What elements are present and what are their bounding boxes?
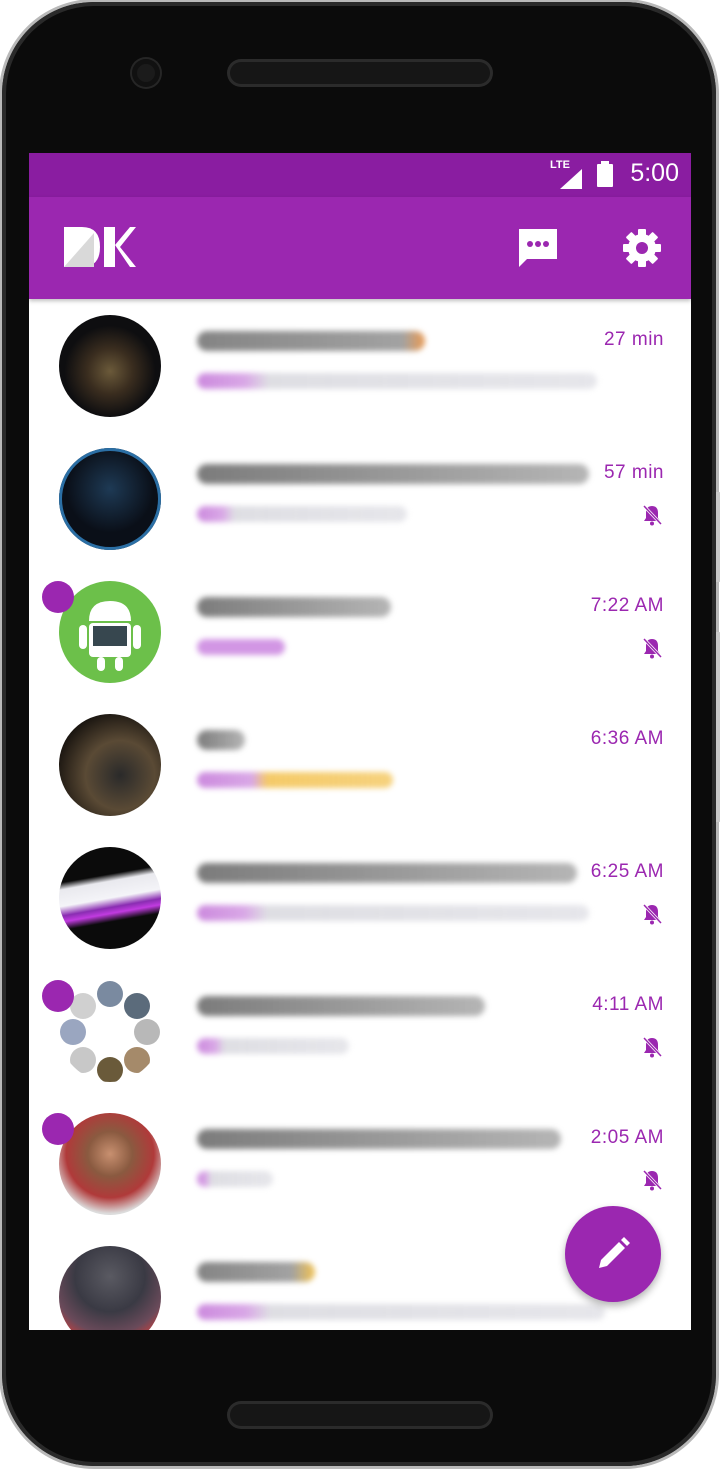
conversation-time: 7:22 AM xyxy=(590,595,664,616)
conversation-row[interactable]: 4:11 AM xyxy=(29,964,691,1097)
contact-name-redacted xyxy=(197,331,425,351)
avatar xyxy=(59,315,161,417)
unread-indicator xyxy=(42,1113,74,1145)
conversation-row[interactable]: 7:22 AM xyxy=(29,565,691,698)
message-preview-redacted xyxy=(197,905,589,921)
message-preview-redacted xyxy=(197,1038,349,1054)
conversation-time: 57 min xyxy=(603,462,664,483)
power-button xyxy=(716,632,720,822)
unread-indicator xyxy=(42,581,74,613)
contact-name-redacted xyxy=(197,597,391,617)
conversation-row[interactable]: 57 min xyxy=(29,432,691,565)
contact-name-redacted xyxy=(197,1129,561,1149)
phone-frame: LTE 5:00 27 min 57 min 7:22 AM 6:36 AM 6… xyxy=(2,2,720,1466)
lte-signal-icon: LTE xyxy=(550,159,584,191)
message-preview-redacted xyxy=(197,639,285,655)
avatar xyxy=(59,980,161,1082)
group-avatar-icon xyxy=(60,981,160,1082)
compose-button[interactable] xyxy=(565,1206,661,1302)
muted-bell-icon xyxy=(642,504,663,526)
avatar xyxy=(59,714,161,816)
app-bar xyxy=(29,197,691,299)
conversation-time: 4:11 AM xyxy=(592,994,664,1015)
avatar xyxy=(59,847,161,949)
settings-button[interactable] xyxy=(617,223,667,273)
status-time: 5:00 xyxy=(630,159,679,187)
network-label: LTE xyxy=(550,159,570,171)
dk-logo-icon xyxy=(64,227,136,267)
muted-bell-icon xyxy=(642,637,663,659)
top-speaker xyxy=(230,62,490,84)
message-preview-redacted xyxy=(197,1304,605,1320)
conversation-time: 2:05 AM xyxy=(590,1127,664,1148)
gear-icon xyxy=(623,229,661,267)
avatar xyxy=(59,448,161,550)
message-preview-redacted xyxy=(197,506,407,522)
android-icon xyxy=(79,601,141,671)
pencil-icon xyxy=(599,1237,630,1268)
avatar xyxy=(59,581,161,683)
avatar xyxy=(59,1246,161,1330)
conversation-time: 6:36 AM xyxy=(590,728,664,749)
volume-button xyxy=(716,492,720,582)
conversation-row[interactable]: 6:25 AM xyxy=(29,831,691,964)
messages-button[interactable] xyxy=(513,223,563,273)
muted-bell-icon xyxy=(642,1169,663,1191)
conversation-time: 27 min xyxy=(603,329,664,350)
message-preview-redacted xyxy=(197,772,393,788)
contact-name-redacted xyxy=(197,863,577,883)
front-camera xyxy=(132,59,160,87)
battery-icon xyxy=(597,161,613,187)
conversation-row[interactable]: 27 min xyxy=(29,299,691,432)
bottom-speaker xyxy=(230,1404,490,1426)
status-bar: LTE 5:00 xyxy=(29,153,691,197)
contact-name-redacted xyxy=(197,996,485,1016)
message-preview-redacted xyxy=(197,1171,273,1187)
unread-indicator xyxy=(42,980,74,1012)
contact-name-redacted xyxy=(197,1262,315,1282)
muted-bell-icon xyxy=(642,903,663,925)
conversation-time: 6:25 AM xyxy=(590,861,664,882)
muted-bell-icon xyxy=(642,1036,663,1058)
contact-name-redacted xyxy=(197,464,589,484)
conversation-row[interactable]: 6:36 AM xyxy=(29,698,691,831)
app-screen: LTE 5:00 27 min 57 min 7:22 AM 6:36 AM 6… xyxy=(29,153,691,1330)
avatar xyxy=(59,1113,161,1215)
message-preview-redacted xyxy=(197,373,597,389)
chat-bubble-icon xyxy=(519,229,557,267)
contact-name-redacted xyxy=(197,730,245,750)
